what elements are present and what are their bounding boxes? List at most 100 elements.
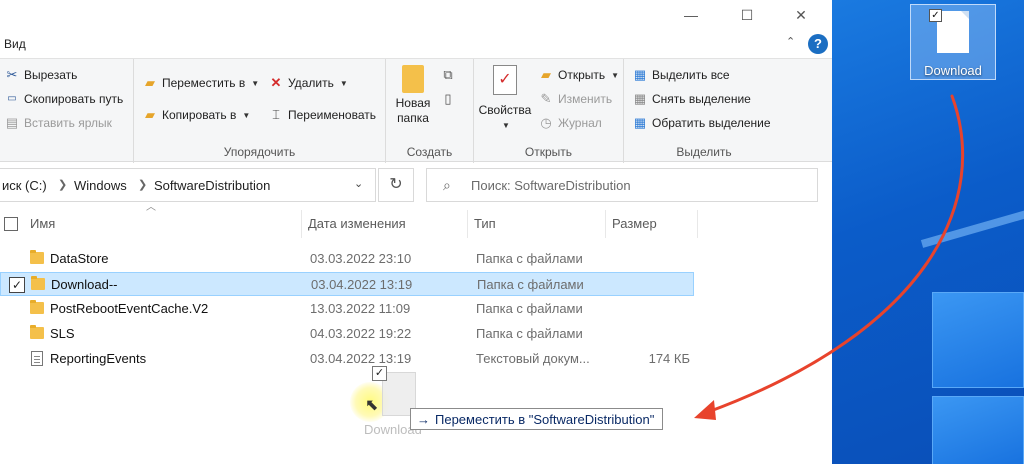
properties-label: Свойства <box>478 103 532 117</box>
wallpaper-pane <box>932 396 1024 464</box>
breadcrumb-separator-icon[interactable]: ❯ <box>138 178 147 191</box>
open-icon: ▰ <box>541 67 551 82</box>
file-name: ReportingEvents <box>50 351 147 366</box>
file-size: 174 КБ <box>648 351 690 366</box>
open-label: Открыть <box>558 68 606 82</box>
breadcrumb-drive[interactable]: иск (C:) <box>2 178 47 193</box>
file-name: PostRebootEventCache.V2 <box>50 301 209 316</box>
select-all-icon: ▦ <box>633 67 647 82</box>
open-group-label: Открыть <box>524 145 573 159</box>
column-header-date[interactable]: Дата изменения <box>302 210 468 238</box>
minimize-button[interactable]: — <box>676 4 706 26</box>
ribbon-tabs: Вид ⌃ <box>0 30 832 58</box>
rename-button[interactable]: ⌶ Переименовать <box>268 107 376 123</box>
ribbon: ✂ Вырезать ▭ Скопировать путь ▤ Вставить… <box>0 58 832 163</box>
file-row[interactable]: PostRebootEventCache.V2 13.03.2022 11:09 П… <box>0 297 694 321</box>
new-folder-icon <box>402 65 424 93</box>
search-box[interactable]: ⌕ <box>426 168 818 202</box>
column-header-name[interactable]: Имя <box>24 210 302 238</box>
row-checkbox[interactable]: ✓ <box>9 277 25 293</box>
delete-icon: ✕ <box>270 75 282 90</box>
close-button[interactable]: ✕ <box>786 4 816 26</box>
invert-selection-button[interactable]: ▦ Обратить выделение <box>632 115 771 131</box>
help-icon[interactable]: ? <box>808 34 828 54</box>
desktop-icon-download[interactable]: ✓ Download <box>910 4 996 80</box>
checkbox-icon[interactable]: ✓ <box>929 9 942 22</box>
properties-button[interactable]: ✓ Свойства ▼ <box>478 65 532 133</box>
open-button[interactable]: ▰ Открыть ▼ <box>538 67 619 83</box>
ribbon-collapse-icon[interactable]: ⌃ <box>786 35 795 48</box>
column-header-type[interactable]: Тип <box>468 210 606 238</box>
column-headers: Имя Дата изменения Тип Размер <box>0 210 700 238</box>
select-group-label: Выделить <box>676 145 732 159</box>
file-name: Download-- <box>51 277 118 292</box>
wallpaper-pane <box>932 292 1024 388</box>
file-type: Текстовый докум... <box>476 351 590 366</box>
file-date: 03.04.2022 13:19 <box>311 277 413 292</box>
edit-icon: ✎ <box>540 91 552 106</box>
breadcrumb-separator-icon[interactable]: ❯ <box>58 178 67 191</box>
desktop-icon-label: Download <box>924 63 982 78</box>
delete-button[interactable]: ✕ Удалить ▼ <box>268 75 348 91</box>
select-all-checkbox[interactable] <box>4 217 18 231</box>
maximize-button[interactable]: ☐ <box>732 4 762 26</box>
folder-icon <box>30 250 44 264</box>
scissors-icon: ✂ <box>6 67 18 82</box>
file-row[interactable]: DataStore 03.03.2022 23:10 Папка с файлами <box>0 247 694 271</box>
column-header-size[interactable]: Размер <box>606 210 698 238</box>
breadcrumb-windows[interactable]: Windows <box>74 178 127 193</box>
move-to-button[interactable]: ▰ Переместить в ▼ <box>142 75 259 91</box>
file-type: Папка с файлами <box>476 251 583 266</box>
ribbon-group-create: Новая папка ⧉ ▯ Создать <box>386 59 474 163</box>
file-date: 03.04.2022 13:19 <box>310 351 412 366</box>
file-row[interactable]: ✓ Download-- 03.04.2022 13:19 Папка с файла… <box>0 272 694 296</box>
chevron-down-icon: ▼ <box>339 78 348 88</box>
desktop: ✓ Download <box>832 0 1024 464</box>
file-name: SLS <box>50 326 75 341</box>
invert-selection-label: Обратить выделение <box>652 116 771 130</box>
search-input[interactable] <box>471 175 801 195</box>
select-all-button[interactable]: ▦ Выделить все <box>632 67 730 83</box>
folder-icon <box>30 325 44 339</box>
ribbon-group-organize: ▰ Переместить в ▼ ✕ Удалить ▼ ▰ Копирова… <box>134 59 386 163</box>
paste-shortcut-label: Вставить ярлык <box>24 116 112 130</box>
create-group-label: Создать <box>406 145 453 159</box>
file-name: DataStore <box>50 251 109 266</box>
paste-shortcut-icon: ▤ <box>5 115 19 130</box>
delete-label: Удалить <box>288 76 334 90</box>
new-item-icon[interactable]: ⧉ <box>440 67 456 83</box>
edit-button[interactable]: ✎ Изменить <box>538 91 613 107</box>
file-row[interactable]: ReportingEvents 03.04.2022 13:19 Текстовый… <box>0 347 694 371</box>
file-row[interactable]: SLS 04.03.2022 19:22 Папка с файлами <box>0 322 694 346</box>
ribbon-group-clipboard: ✂ Вырезать ▭ Скопировать путь ▤ Вставить… <box>0 59 134 163</box>
folder-icon <box>31 276 45 290</box>
copy-path-label: Скопировать путь <box>24 92 124 106</box>
move-to-icon: ▰ <box>145 75 155 90</box>
wallpaper-beam <box>920 179 1024 248</box>
file-date: 13.03.2022 11:09 <box>310 301 411 316</box>
rename-icon: ⌶ <box>272 107 280 122</box>
chevron-down-icon[interactable]: ⌄ <box>354 177 363 190</box>
file-date: 03.03.2022 23:10 <box>310 251 412 266</box>
arrow-right-icon: → <box>417 411 430 427</box>
chevron-down-icon: ▼ <box>611 70 620 80</box>
copy-to-button[interactable]: ▰ Копировать в ▼ <box>142 107 250 123</box>
drop-tooltip-text: Переместить в "SoftwareDistribution" <box>435 411 655 427</box>
new-folder-button[interactable]: Новая папка <box>392 65 434 126</box>
paste-shortcut-button[interactable]: ▤ Вставить ярлык <box>4 115 112 131</box>
tab-view[interactable]: Вид <box>4 37 26 51</box>
cut-button[interactable]: ✂ Вырезать <box>4 67 78 83</box>
refresh-button[interactable]: ↻ <box>378 168 414 202</box>
drop-tooltip: → Переместить в "SoftwareDistribution" <box>410 408 664 430</box>
easy-access-icon[interactable]: ▯ <box>440 91 456 107</box>
edit-label: Изменить <box>558 92 613 106</box>
chevron-down-icon: ▼ <box>251 78 260 88</box>
history-button[interactable]: ◷ Журнал <box>538 115 601 131</box>
select-none-label: Снять выделение <box>652 92 751 106</box>
breadcrumb-softwaredistribution[interactable]: SoftwareDistribution <box>154 178 270 193</box>
select-none-button[interactable]: ▦ Снять выделение <box>632 91 751 107</box>
address-bar[interactable]: иск (C:) ❯ Windows ❯ SoftwareDistributio… <box>0 168 376 202</box>
copy-path-button[interactable]: ▭ Скопировать путь <box>4 91 123 107</box>
refresh-icon: ↻ <box>389 176 403 193</box>
chevron-down-icon: ▼ <box>502 121 510 130</box>
